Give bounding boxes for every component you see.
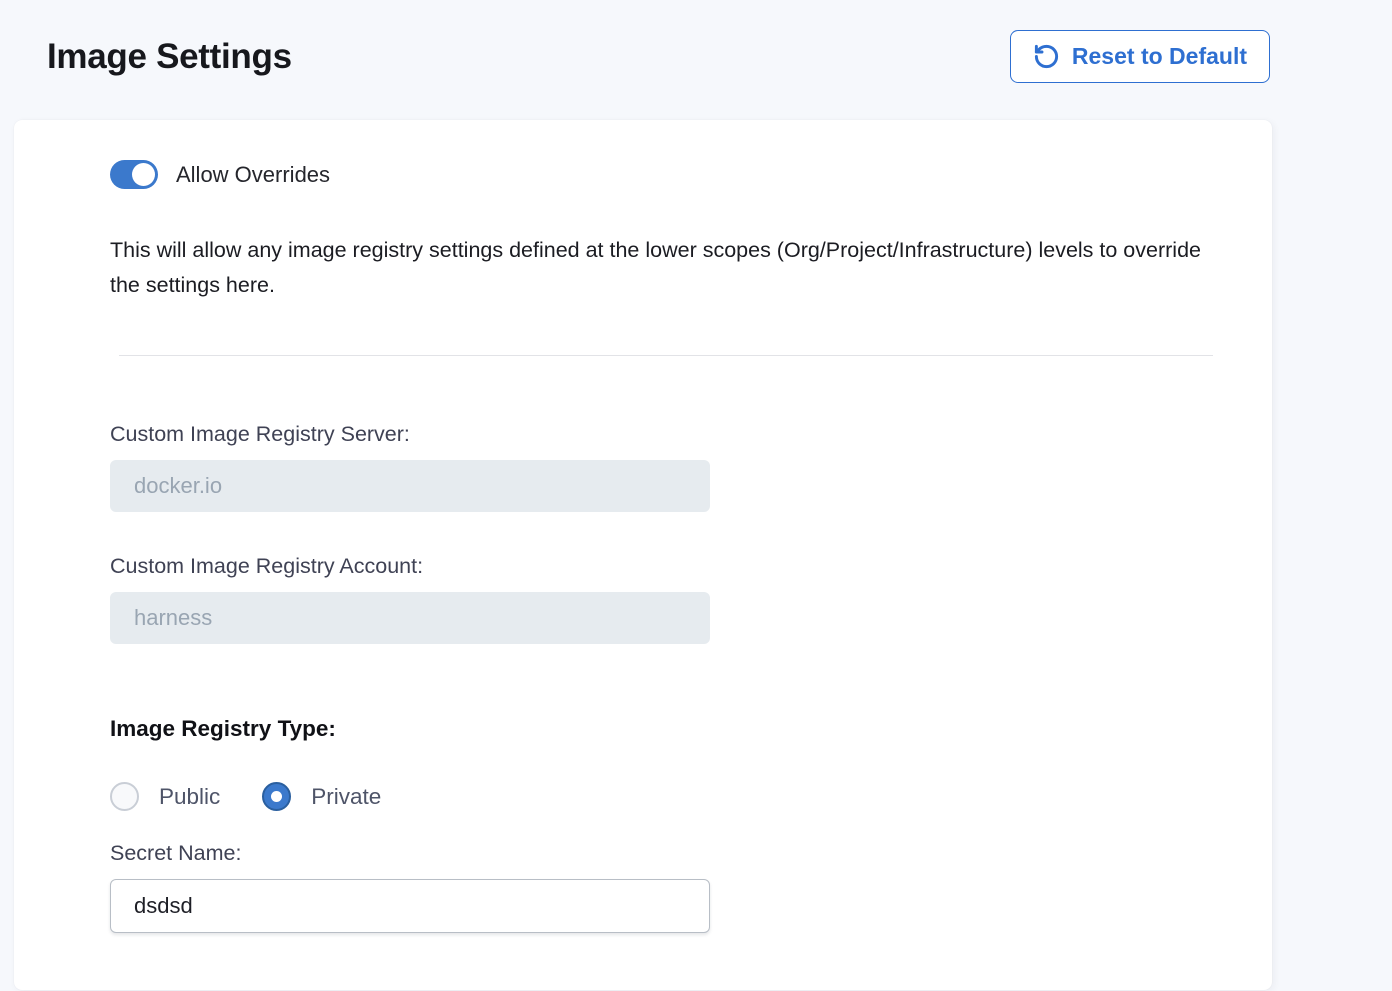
registry-type-label: Image Registry Type: xyxy=(110,716,1224,742)
rotate-ccw-icon xyxy=(1033,43,1060,70)
page-title: Image Settings xyxy=(47,37,292,77)
registry-server-input xyxy=(110,460,710,512)
radio-private-label: Private xyxy=(311,784,381,810)
registry-type-options: Public Private xyxy=(110,782,1224,811)
reset-to-default-button[interactable]: Reset to Default xyxy=(1010,30,1270,83)
image-settings-card: Allow Overrides This will allow any imag… xyxy=(14,120,1272,990)
radio-public-icon[interactable] xyxy=(110,782,139,811)
section-divider xyxy=(119,355,1213,356)
allow-overrides-description: This will allow any image registry setti… xyxy=(110,233,1222,303)
allow-overrides-row: Allow Overrides xyxy=(110,160,1224,189)
registry-server-label: Custom Image Registry Server: xyxy=(110,422,1224,447)
secret-name-field: Secret Name: xyxy=(110,841,1224,933)
radio-public-label: Public xyxy=(159,784,220,810)
page-header: Image Settings Reset to Default xyxy=(0,0,1392,83)
registry-account-label: Custom Image Registry Account: xyxy=(110,554,1224,579)
allow-overrides-label: Allow Overrides xyxy=(176,162,330,188)
reset-to-default-label: Reset to Default xyxy=(1072,43,1247,70)
radio-option-public[interactable]: Public xyxy=(110,782,220,811)
toggle-knob xyxy=(132,163,155,186)
registry-server-field: Custom Image Registry Server: xyxy=(110,422,1224,512)
registry-account-input xyxy=(110,592,710,644)
radio-private-icon[interactable] xyxy=(262,782,291,811)
allow-overrides-toggle[interactable] xyxy=(110,160,158,189)
secret-name-label: Secret Name: xyxy=(110,841,1224,866)
registry-account-field: Custom Image Registry Account: xyxy=(110,554,1224,644)
radio-option-private[interactable]: Private xyxy=(262,782,381,811)
secret-name-input[interactable] xyxy=(110,879,710,933)
